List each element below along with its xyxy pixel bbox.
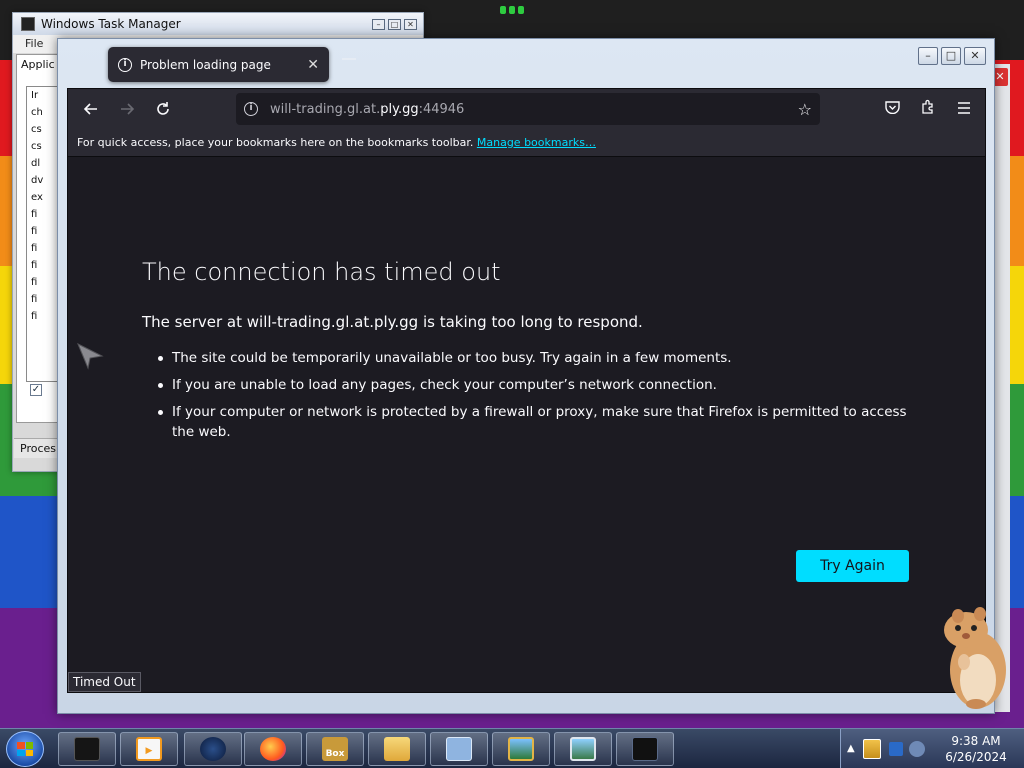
hamster-mascot-icon	[936, 600, 1014, 712]
bookmarks-hint: For quick access, place your bookmarks h…	[77, 136, 474, 149]
tab-title: Problem loading page	[140, 57, 271, 72]
clock-date: 6/26/2024	[945, 750, 1007, 764]
close-icon[interactable]: ✕	[964, 47, 986, 65]
taskbar-app-box[interactable]: Box	[306, 732, 364, 766]
error-suggestions: The site could be temporarily unavailabl…	[156, 348, 916, 449]
system-tray: ▲ 9:38 AM 6/26/2024	[840, 729, 1024, 768]
terminal-app-icon	[74, 737, 100, 761]
site-info-icon[interactable]: i	[244, 102, 258, 116]
terminal-window-icon	[632, 737, 658, 761]
hamburger-menu-icon[interactable]	[954, 99, 974, 119]
info-icon: i	[118, 57, 132, 72]
folder-icon	[384, 737, 410, 761]
task-manager-icon	[21, 17, 35, 31]
taskbar-app-folder[interactable]	[368, 732, 426, 766]
back-arrow-icon[interactable]	[78, 97, 104, 121]
taskbar-clock[interactable]: 9:38 AM 6/26/2024	[933, 733, 1019, 765]
taskbar-app-image-viewer[interactable]	[492, 732, 550, 766]
error-page: The connection has timed out The server …	[68, 158, 985, 692]
tab-close-icon[interactable]: ✕	[307, 57, 319, 73]
maximize-icon[interactable]: □	[388, 18, 401, 30]
forward-arrow-icon[interactable]	[114, 97, 140, 121]
taskbar-app-firefox[interactable]	[244, 732, 302, 766]
minimize-icon[interactable]: –	[918, 47, 938, 65]
task-manager-titlebar[interactable]: Windows Task Manager – □ ✕	[13, 13, 423, 35]
firefox-icon	[260, 737, 286, 761]
status-badge: Timed Out	[68, 672, 141, 692]
bookmarks-toolbar: For quick access, place your bookmarks h…	[68, 129, 985, 157]
show-all-checkbox[interactable]: ✓	[30, 384, 42, 396]
tray-speaker-icon[interactable]	[909, 741, 925, 757]
url-text[interactable]: will-trading.gl.at.ply.gg:44946	[270, 102, 798, 117]
taskbar-app-globe[interactable]	[184, 732, 242, 766]
pocket-icon[interactable]	[882, 99, 902, 119]
manage-bookmarks-link[interactable]: Manage bookmarks…	[477, 136, 596, 149]
taskbar-app-pictures[interactable]	[554, 732, 612, 766]
show-hidden-icons-icon[interactable]: ▲	[847, 743, 855, 754]
list-item: If your computer or network is protected…	[156, 402, 916, 442]
try-again-button[interactable]: Try Again	[796, 550, 909, 582]
picture-icon	[570, 737, 596, 761]
minimize-icon[interactable]: –	[372, 18, 385, 30]
taskbar-app-terminal-window[interactable]	[616, 732, 674, 766]
media-player-icon: ▶	[136, 737, 162, 761]
list-item: The site could be temporarily unavailabl…	[156, 348, 916, 368]
taskbar: ▶ Box ▲ 9:38 AM 6/26/2024	[0, 728, 1024, 768]
error-subtitle: The server at will-trading.gl.at.ply.gg …	[142, 313, 643, 331]
taskbar-app-terminal[interactable]	[58, 732, 116, 766]
taskbar-app-media-player[interactable]: ▶	[120, 732, 178, 766]
taskbar-app-network[interactable]	[430, 732, 488, 766]
start-button[interactable]	[6, 731, 44, 767]
top-green-indicator	[496, 0, 528, 16]
tray-network-icon[interactable]	[889, 742, 903, 756]
navigation-toolbar: i will-trading.gl.at.ply.gg:44946 ☆	[68, 89, 985, 129]
reload-icon[interactable]	[150, 97, 176, 121]
firefox-content-area: i will-trading.gl.at.ply.gg:44946 ☆ For …	[67, 88, 986, 693]
globe-browser-icon	[200, 737, 226, 761]
maximize-icon[interactable]: □	[941, 47, 961, 65]
url-bar[interactable]: i will-trading.gl.at.ply.gg:44946 ☆	[236, 93, 820, 125]
extensions-icon[interactable]	[918, 99, 938, 119]
tray-app-icon[interactable]	[863, 739, 881, 759]
image-viewer-icon	[508, 737, 534, 761]
box-app-icon: Box	[322, 737, 348, 761]
clock-time: 9:38 AM	[951, 734, 1001, 748]
error-title: The connection has timed out	[142, 258, 501, 286]
network-computer-icon	[446, 737, 472, 761]
new-tab-icon[interactable]	[342, 58, 356, 60]
close-icon[interactable]: ✕	[404, 18, 417, 30]
tab-applications[interactable]: Applic	[16, 54, 60, 74]
list-item: If you are unable to load any pages, che…	[156, 375, 916, 395]
tab-problem-loading[interactable]: i Problem loading page ✕	[108, 47, 329, 82]
task-manager-title: Windows Task Manager	[41, 17, 181, 31]
windows-logo-icon	[17, 742, 33, 756]
bookmark-star-icon[interactable]: ☆	[798, 100, 812, 119]
